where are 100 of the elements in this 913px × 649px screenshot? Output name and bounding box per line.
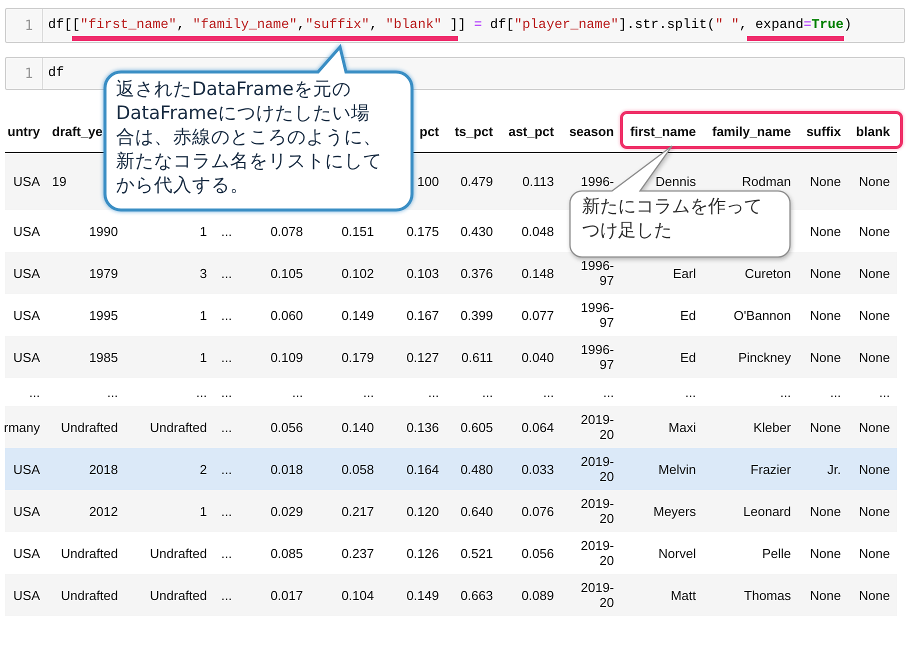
cell-value: 0.033	[521, 462, 554, 476]
cell-value: ...	[221, 224, 232, 238]
cell-value: ...	[428, 384, 439, 400]
cell-value: 0.085	[270, 546, 303, 560]
cell-value: None	[858, 462, 890, 476]
cell-value: 0.077	[521, 308, 554, 322]
cell-value: ...	[603, 384, 614, 400]
cell-value: None	[810, 588, 841, 602]
cell-value: 1995	[89, 308, 118, 322]
column-header: blank	[856, 124, 890, 138]
cell-value: ...	[221, 588, 232, 602]
cell-value: 0.048	[521, 224, 554, 238]
cell-value: Ed	[680, 350, 696, 364]
cell-value: rmany	[4, 420, 40, 434]
cell-value: USA	[13, 174, 40, 189]
cell-value: 0.058	[341, 462, 374, 476]
cell-value: ...	[196, 384, 207, 400]
cell-value: 0.104	[341, 588, 374, 602]
cell-value: 0.113	[522, 174, 554, 189]
cell-value: Kleber	[753, 420, 791, 434]
cell-value: 2	[200, 462, 207, 476]
code-input[interactable]: 1 df[["first_name", "family_name","suffix", "blank" ]] = df["player_name"].str.split(" ", expand=True)	[5, 8, 905, 43]
cell-value: Earl	[672, 266, 696, 280]
cell-value: 2018	[89, 462, 118, 476]
cell-value: 0.078	[270, 224, 303, 238]
cell-value: 0.605	[460, 420, 493, 434]
cell-value: ...	[221, 504, 232, 518]
cell-value: None	[858, 350, 890, 364]
cell-value: USA	[13, 350, 40, 364]
cell-value: None	[810, 266, 841, 280]
cell-value: ...	[482, 384, 493, 400]
column-header: suffix	[806, 124, 841, 138]
cell-value: Norvel	[658, 546, 696, 560]
cell-value: 0.120	[406, 504, 439, 518]
cell-value: 2019-20	[580, 496, 614, 526]
cell-value: Pelle	[762, 546, 791, 560]
cell-value: 1996-97	[580, 300, 614, 330]
cell-value: 1985	[89, 350, 118, 364]
cell-value: 0.136	[406, 420, 439, 434]
code-line: df[["first_name", "family_name","suffix", "blank" ]] = df["player_name"].str.split(" ", expand=True)	[48, 9, 852, 42]
cell-value: USA	[13, 462, 40, 476]
cell-value: ...	[221, 546, 232, 560]
cell-value: 0.105	[270, 266, 303, 280]
cell-value: 3	[200, 266, 207, 280]
cell-value: None	[810, 224, 841, 238]
cell-value: 0.089	[521, 588, 554, 602]
cell-value: 0.109	[270, 350, 303, 364]
cell-value: ...	[221, 266, 232, 280]
column-header: season	[569, 124, 614, 138]
cell-value: None	[858, 266, 890, 280]
cell-value: Matt	[670, 588, 696, 602]
cell-value: 19	[52, 174, 66, 189]
cell-value: Undrafted	[60, 546, 118, 560]
cell-value: 1	[200, 224, 207, 238]
cell-value: 1979	[89, 266, 118, 280]
callout-text: 新たにコラムを作ってつけ足した	[582, 195, 763, 243]
cell-value: None	[858, 224, 890, 238]
line-number: 1	[24, 66, 33, 82]
cell-value: None	[858, 308, 890, 322]
cell-value: 0.149	[406, 588, 439, 602]
cell-value: ...	[879, 384, 890, 400]
cell-value: None	[858, 420, 890, 434]
cell-value: Maxi	[668, 420, 696, 434]
cell-value: USA	[13, 504, 40, 518]
cell-value: 0.167	[406, 308, 439, 322]
code-line: df	[48, 65, 64, 83]
cell-value: 0.376	[460, 266, 493, 280]
column-header: untry	[8, 124, 40, 138]
cell-value: 0.018	[270, 462, 303, 476]
cell-value: None	[858, 546, 890, 560]
cell-value: USA	[13, 266, 40, 280]
line-number: 1	[24, 18, 33, 34]
cell-value: None	[810, 350, 841, 364]
cell-value: ...	[221, 308, 232, 322]
cell-value: 0.611	[461, 350, 493, 364]
cell-value: 0.480	[460, 462, 493, 476]
cell-value: None	[858, 174, 890, 189]
cell-value: Pinckney	[738, 350, 791, 364]
cell-value: 0.056	[521, 546, 554, 560]
cell-value: Thomas	[744, 588, 791, 602]
cell-value: Melvin	[658, 462, 696, 476]
cell-value: 0.399	[460, 308, 493, 322]
cell-value: USA	[13, 308, 40, 322]
cell-value: 0.640	[460, 504, 493, 518]
cell-value: 0.663	[460, 588, 493, 602]
cell-value: ...	[685, 384, 696, 400]
cell-value: None	[810, 308, 841, 322]
cell-value: ...	[221, 384, 232, 400]
cell-value: 0.017	[270, 588, 303, 602]
cell-value: 0.076	[521, 504, 554, 518]
cell-value: 2019-20	[580, 454, 614, 484]
cell-value: 1996-97	[580, 342, 614, 372]
cell-value: Frazier	[750, 462, 791, 476]
cell-value: 0.430	[460, 224, 493, 238]
cell-value: 1996-	[580, 174, 614, 189]
cell-value: 0.060	[270, 308, 303, 322]
cell-value: None	[858, 588, 890, 602]
cell-value: 2019-20	[580, 538, 614, 568]
cell-value: Ed	[680, 308, 696, 322]
cell-value: ...	[107, 384, 118, 400]
